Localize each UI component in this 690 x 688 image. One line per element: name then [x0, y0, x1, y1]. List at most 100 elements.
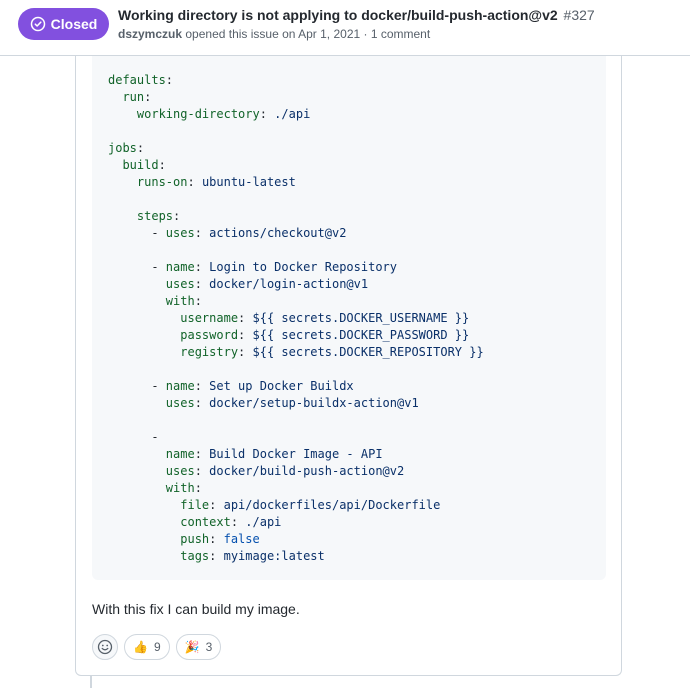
- comment-body-text: With this fix I can build my image.: [92, 601, 300, 617]
- code-token: name: [165, 379, 195, 393]
- code-token: registry: [108, 345, 239, 359]
- code-token: ./api: [245, 515, 282, 529]
- code-line: context: ./api: [108, 514, 281, 531]
- code-token: ubuntu-latest: [201, 175, 296, 189]
- code-token: :: [238, 311, 253, 325]
- code-token: Build Docker Image - API: [209, 447, 383, 461]
- code-line: file: api/dockerfiles/api/Dockerfile: [108, 497, 440, 514]
- code-token: Set up Docker Buildx: [209, 379, 354, 393]
- thumbs-up-emoji: 👍: [133, 640, 148, 654]
- code-token: tags: [108, 549, 210, 563]
- code-token: :: [194, 447, 210, 461]
- yaml-code-block: defaults: run: working-directory: ./api j…: [92, 56, 606, 580]
- code-line: registry: ${{ secrets.DOCKER_REPOSITORY …: [108, 344, 484, 361]
- code-token: :: [194, 226, 210, 240]
- comment-box: defaults: run: working-directory: ./api j…: [75, 56, 622, 676]
- reaction-count: 9: [153, 640, 161, 654]
- code-token: ${{ secrets.DOCKER_REPOSITORY }}: [252, 345, 484, 359]
- issue-closed-icon: [30, 16, 45, 32]
- hooray-emoji: 🎉: [184, 640, 200, 654]
- code-token: actions/checkout@v2: [209, 226, 347, 240]
- code-line: build:: [108, 157, 166, 174]
- reaction-count: 3: [205, 640, 213, 654]
- code-token: Login to Docker Repository: [209, 260, 397, 274]
- opened-info: opened this issue on Apr 1, 2021 · 1 com…: [185, 27, 431, 41]
- state-label: Closed: [50, 16, 98, 32]
- issue-title-line: Working directory is not applying to doc…: [118, 6, 595, 24]
- issue-meta: dszymczuk opened this issue on Apr 1, 20…: [118, 26, 430, 42]
- code-token: ./api: [274, 107, 311, 121]
- code-token: build: [108, 158, 159, 172]
- code-token: :: [158, 158, 166, 172]
- code-token: :: [194, 396, 210, 410]
- code-token: :: [194, 464, 210, 478]
- issue-title: Working directory is not applying to doc…: [118, 7, 558, 23]
- code-token: context: [108, 515, 231, 529]
- code-line: with:: [108, 293, 202, 310]
- smiley-icon: [97, 639, 113, 655]
- code-token: run: [108, 90, 145, 104]
- code-line: name: Build Docker Image - API: [108, 446, 383, 463]
- code-token: :: [194, 277, 210, 291]
- code-token: :: [194, 379, 210, 393]
- code-token: docker/setup-buildx-action@v1: [209, 396, 419, 410]
- code-token: false: [223, 532, 260, 546]
- author-link[interactable]: dszymczuk: [118, 27, 182, 41]
- code-token: :: [209, 532, 224, 546]
- code-token: push: [108, 532, 210, 546]
- code-token: :: [194, 260, 210, 274]
- code-line: uses: docker/login-action@v1: [108, 276, 368, 293]
- code-token: myimage:latest: [223, 549, 325, 563]
- add-reaction-button[interactable]: [92, 634, 118, 660]
- code-token: ${{ secrets.DOCKER_USERNAME }}: [252, 311, 470, 325]
- code-token: file: [108, 498, 210, 512]
- code-token: name: [165, 260, 195, 274]
- code-token: ${{ secrets.DOCKER_PASSWORD }}: [252, 328, 470, 342]
- code-token: uses: [165, 226, 195, 240]
- issue-number: #327: [563, 7, 595, 23]
- code-token: :: [187, 175, 202, 189]
- code-line: working-directory: ./api: [108, 106, 310, 123]
- code-line: steps:: [108, 208, 180, 225]
- code-token: name: [108, 447, 195, 461]
- code-token: with: [108, 481, 195, 495]
- code-line: username: ${{ secrets.DOCKER_USERNAME }}: [108, 310, 469, 327]
- code-token: with: [108, 294, 195, 308]
- code-line: with:: [108, 480, 202, 497]
- code-token: :: [209, 549, 224, 563]
- code-line: password: ${{ secrets.DOCKER_PASSWORD }}: [108, 327, 469, 344]
- code-line: uses: docker/setup-buildx-action@v1: [108, 395, 419, 412]
- code-line: - uses: actions/checkout@v2: [108, 225, 346, 242]
- code-token: password: [108, 328, 239, 342]
- issue-sticky-header: Closed Working directory is not applying…: [0, 0, 690, 56]
- code-token: -: [108, 260, 166, 274]
- hooray-reaction[interactable]: 🎉 3: [175, 634, 222, 660]
- code-token: :: [259, 107, 275, 121]
- thumbs-up-reaction[interactable]: 👍 9: [124, 634, 170, 660]
- code-token: :: [173, 209, 181, 223]
- code-token: :: [209, 498, 224, 512]
- code-token: :: [144, 90, 152, 104]
- code-line: defaults:: [108, 72, 173, 89]
- code-token: uses: [108, 396, 195, 410]
- code-token: :: [194, 294, 202, 308]
- code-line: run:: [108, 89, 151, 106]
- closed-state-badge[interactable]: Closed: [18, 8, 109, 40]
- code-line: tags: myimage:latest: [108, 548, 325, 565]
- code-token: :: [238, 345, 253, 359]
- code-token: docker/build-push-action@v2: [209, 464, 405, 478]
- code-token: -: [108, 226, 166, 240]
- code-line: push: false: [108, 531, 260, 548]
- code-token: defaults: [108, 73, 166, 87]
- code-token: uses: [108, 464, 195, 478]
- code-token: :: [238, 328, 253, 342]
- code-line: jobs:: [108, 140, 144, 157]
- code-line: runs-on: ubuntu-latest: [108, 174, 296, 191]
- code-token: docker/login-action@v1: [209, 277, 369, 291]
- code-token: :: [136, 141, 145, 155]
- code-token: jobs: [108, 141, 137, 155]
- timeline-connector: [90, 676, 92, 688]
- code-line: - name: Set up Docker Buildx: [108, 378, 354, 395]
- reactions-bar: 👍 9 🎉 3: [92, 634, 222, 660]
- code-line: - name: Login to Docker Repository: [108, 259, 397, 276]
